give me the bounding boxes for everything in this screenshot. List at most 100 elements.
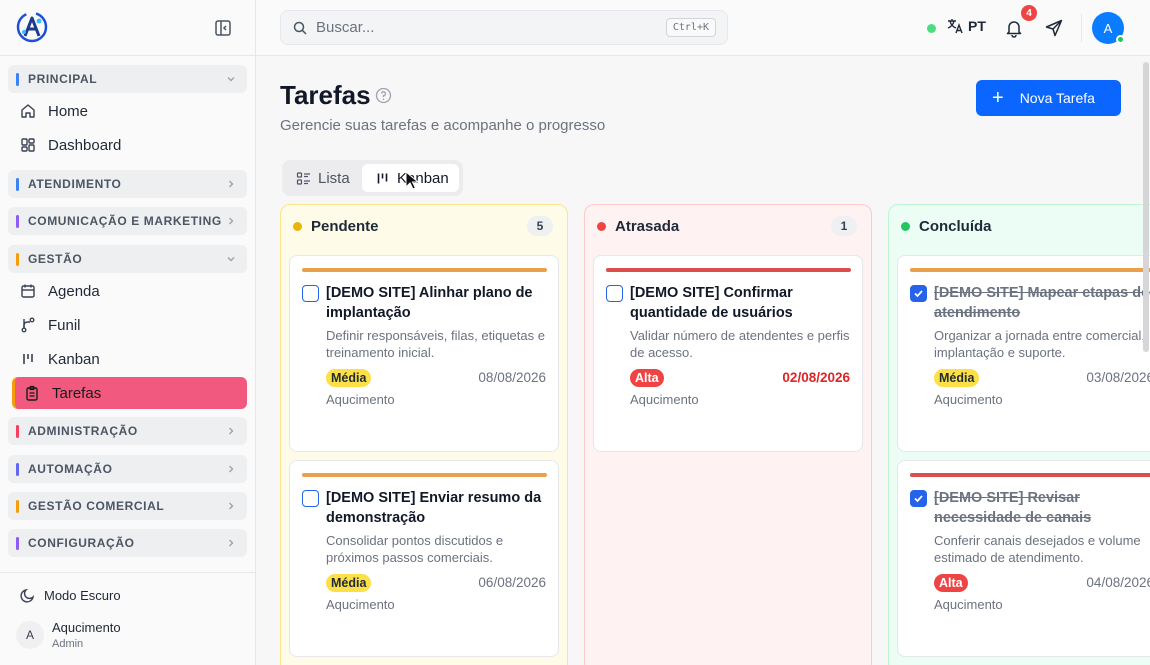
sidebar-item-label: Dashboard	[48, 136, 122, 154]
task-card[interactable]: [DEMO SITE] Alinhar plano de implantação…	[289, 255, 559, 452]
sidebar-item-label: Tarefas	[52, 384, 102, 402]
section-color-bar	[16, 536, 19, 550]
task-title: [DEMO SITE] Enviar resumo da demonstraçã…	[326, 490, 542, 526]
section-color-bar	[16, 72, 19, 86]
section-administracao[interactable]: ADMINISTRAÇÃO	[8, 417, 247, 445]
notification-badge: 4	[1021, 5, 1037, 21]
chevron-right-icon	[229, 465, 234, 473]
task-checkbox-checked[interactable]	[910, 490, 927, 507]
section-title: GESTÃO COMERCIAL	[28, 499, 165, 513]
column-header: Pendente	[293, 218, 379, 235]
chevron-right-icon	[229, 180, 234, 188]
section-principal[interactable]: PRINCIPAL	[8, 65, 247, 93]
translate-icon	[947, 19, 963, 34]
priority-badge: Média	[326, 574, 372, 592]
help-icon[interactable]	[375, 87, 392, 104]
new-task-button[interactable]: + Nova Tarefa	[976, 80, 1121, 116]
column-count-badge: 5	[527, 216, 553, 236]
dark-mode-label: Modo Escuro	[44, 587, 121, 603]
section-title: AUTOMAÇÃO	[28, 462, 113, 476]
chevron-down-icon	[227, 77, 235, 82]
sidebar-item-label: Agenda	[48, 282, 100, 300]
tab-lista[interactable]: Lista	[296, 164, 350, 192]
sidebar-item-tarefas[interactable]: Tarefas	[12, 377, 247, 409]
column-status-dot	[597, 222, 606, 231]
chevron-down-icon	[227, 257, 235, 262]
kanban-icon	[377, 173, 388, 183]
column-header: Concluída	[901, 218, 992, 235]
card-accent-bar	[302, 268, 547, 272]
task-checkbox-checked[interactable]	[910, 285, 927, 302]
send-icon[interactable]	[1044, 18, 1064, 38]
user-name: Aqucimento	[52, 620, 121, 635]
top-header: Buscar... Ctrl+K PT 4 A	[256, 0, 1150, 56]
avatar: A	[16, 621, 44, 649]
task-card[interactable]: [DEMO SITE] Mapear etapas do atendimento…	[897, 255, 1150, 452]
sidebar-item-funil[interactable]: Funil	[12, 309, 247, 341]
page-scrollbar[interactable]	[1143, 62, 1149, 352]
collapse-sidebar-icon[interactable]	[214, 19, 232, 37]
sidebar-item-dashboard[interactable]: Dashboard	[12, 129, 247, 161]
clipboard-icon	[26, 385, 38, 401]
search-input[interactable]: Buscar... Ctrl+K	[280, 10, 728, 45]
sidebar-item-agenda[interactable]: Agenda	[12, 275, 247, 307]
section-automacao[interactable]: AUTOMAÇÃO	[8, 455, 247, 483]
column-title: Atrasada	[615, 218, 680, 235]
section-comunicacao-marketing[interactable]: COMUNICAÇÃO E MARKETING	[8, 207, 247, 235]
task-due-date: 04/08/2026	[1086, 575, 1150, 590]
section-atendimento[interactable]: ATENDIMENTO	[8, 170, 247, 198]
dark-mode-toggle[interactable]: Modo Escuro	[20, 587, 121, 603]
section-gestao-comercial[interactable]: GESTÃO COMERCIAL	[8, 492, 247, 520]
language-label: PT	[968, 18, 986, 34]
check-icon	[914, 290, 923, 298]
card-accent-bar	[606, 268, 851, 272]
task-title: [DEMO SITE] Mapear etapas do atendimento	[934, 285, 1150, 321]
shortcut-hint: Ctrl+K	[665, 18, 716, 37]
home-icon	[21, 104, 35, 118]
section-title: CONFIGURAÇÃO	[28, 536, 135, 550]
task-card[interactable]: [DEMO SITE] Enviar resumo da demonstraçã…	[289, 460, 559, 657]
section-gestao[interactable]: GESTÃO	[8, 245, 247, 273]
kanban-column-concluida: Concluída [DEMO SITE] Mapear etapas do a…	[888, 204, 1150, 665]
sidebar-item-label: Funil	[48, 316, 81, 334]
column-title: Concluída	[919, 218, 992, 235]
sidebar: PRINCIPAL Home Dashboard ATENDIMENTO COM…	[0, 0, 256, 665]
task-checkbox[interactable]	[606, 285, 623, 302]
language-selector[interactable]: PT	[946, 17, 986, 35]
task-card[interactable]: [DEMO SITE] Confirmar quantidade de usuá…	[593, 255, 863, 452]
section-color-bar	[16, 462, 19, 476]
priority-badge: Média	[326, 369, 372, 387]
section-color-bar	[16, 499, 19, 513]
sidebar-item-kanban[interactable]: Kanban	[12, 343, 247, 375]
sidebar-item-label: Kanban	[48, 350, 100, 368]
sidebar-item-home[interactable]: Home	[12, 95, 247, 127]
section-title: PRINCIPAL	[28, 72, 98, 86]
page-subtitle: Gerencie suas tarefas e acompanhe o prog…	[280, 117, 606, 134]
priority-badge: Alta	[934, 574, 968, 592]
task-due-date: 02/08/2026	[782, 370, 850, 385]
task-owner: Aqucimento	[630, 392, 699, 407]
task-description: Definir responsáveis, filas, etiquetas e…	[326, 328, 545, 360]
section-title: COMUNICAÇÃO E MARKETING	[28, 214, 222, 228]
bell-icon[interactable]	[1004, 18, 1024, 38]
section-title: GESTÃO	[28, 252, 83, 266]
task-owner: Aqucimento	[326, 597, 395, 612]
task-checkbox[interactable]	[302, 490, 319, 507]
section-configuracao[interactable]: CONFIGURAÇÃO	[8, 529, 247, 557]
section-color-bar	[16, 252, 19, 266]
priority-badge: Média	[934, 369, 980, 387]
kanban-column-pendente: Pendente 5 [DEMO SITE] Alinhar plano de …	[280, 204, 568, 665]
column-title: Pendente	[311, 218, 379, 235]
section-color-bar	[16, 424, 19, 438]
task-owner: Aqucimento	[934, 597, 1003, 612]
priority-badge: Alta	[630, 369, 664, 387]
funnel-branch-icon	[21, 317, 35, 333]
chevron-right-icon	[229, 217, 234, 225]
task-description: Consolidar pontos discutidos e próximos …	[326, 533, 504, 565]
search-placeholder: Buscar...	[316, 19, 375, 36]
section-title: ATENDIMENTO	[28, 177, 122, 191]
app-logo[interactable]	[16, 11, 48, 43]
user-profile[interactable]: A Aqucimento Admin	[16, 620, 121, 650]
task-card[interactable]: [DEMO SITE] Revisar necessidade de canai…	[897, 460, 1150, 657]
task-checkbox[interactable]	[302, 285, 319, 302]
